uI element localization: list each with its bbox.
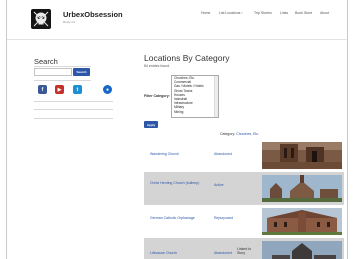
location-status: Active [214, 183, 224, 187]
facebook-icon[interactable]: f [38, 85, 47, 94]
search-heading: Search [34, 57, 58, 66]
page-title: Locations By Category [144, 53, 230, 63]
table-row: Lifecause Church Abandoned Linked to Sto… [144, 238, 344, 259]
table-row: Christ Herding Church (bulbmp) Active [144, 172, 344, 205]
location-thumbnail[interactable] [262, 175, 342, 202]
search-input[interactable] [34, 68, 72, 76]
header-divider [7, 39, 347, 40]
sidebar-divider [34, 66, 91, 67]
category-option[interactable]: Mining [172, 110, 218, 114]
location-status: Abandoned [214, 251, 232, 255]
location-name-link[interactable]: Lifecause Church [150, 251, 177, 255]
location-status: Repurposed [214, 216, 234, 220]
nav-about[interactable]: About [320, 11, 329, 15]
site-title[interactable]: UrbexObsession [63, 10, 123, 19]
category-prefix: Category: [220, 132, 236, 136]
location-name-link[interactable]: Wandering Church [150, 152, 179, 156]
selected-category-link[interactable]: Churches, Etc. [236, 132, 259, 136]
table-row: German Catholic Orphanage Repurposed [144, 205, 344, 238]
nav-home[interactable]: Home [201, 11, 210, 15]
site-tagline: Rusty Ox [63, 20, 76, 24]
entry-count: 84 entries found. [144, 64, 171, 68]
sidebar-divider [34, 101, 113, 102]
skull-logo-icon[interactable] [31, 9, 51, 29]
nav-book-store[interactable]: Book Store [295, 11, 312, 15]
sidebar-divider [34, 109, 113, 110]
nav-trip-stories[interactable]: Trip Stories [254, 11, 272, 15]
linked-story-note[interactable]: Linked to Story [237, 247, 259, 255]
youtube-icon[interactable]: ▶ [55, 85, 64, 94]
location-status: Abandoned [214, 152, 232, 156]
location-thumbnail[interactable] [262, 142, 342, 169]
nav-list-locations[interactable]: List Locations › [219, 11, 243, 15]
apply-button[interactable]: Apply [144, 121, 158, 128]
sidebar-divider [34, 118, 113, 119]
table-row: Wandering Church Abandoned [144, 139, 344, 172]
sidebar-divider [34, 80, 91, 81]
listbox-scrollbar[interactable] [214, 76, 218, 117]
nav-links[interactable]: Links [280, 11, 288, 15]
flickr-icon[interactable]: ● [103, 85, 112, 94]
site-header: UrbexObsession Rusty Ox Home List Locati… [7, 0, 347, 38]
twitter-icon[interactable]: t [73, 85, 82, 94]
location-thumbnail[interactable] [262, 241, 342, 259]
page: UrbexObsession Rusty Ox Home List Locati… [6, 0, 348, 259]
location-name-link[interactable]: Christ Herding Church (bulbmp) [150, 181, 199, 185]
filter-label: Filter Category: [144, 94, 170, 98]
location-name-link[interactable]: German Catholic Orphanage [150, 216, 195, 220]
selected-category-line: Category: Churches, Etc. [220, 132, 259, 136]
search-button[interactable]: Search [73, 68, 90, 76]
category-listbox[interactable]: Churches, Etc. Commercial Gas / Motels /… [171, 75, 219, 118]
location-thumbnail[interactable] [262, 208, 342, 235]
